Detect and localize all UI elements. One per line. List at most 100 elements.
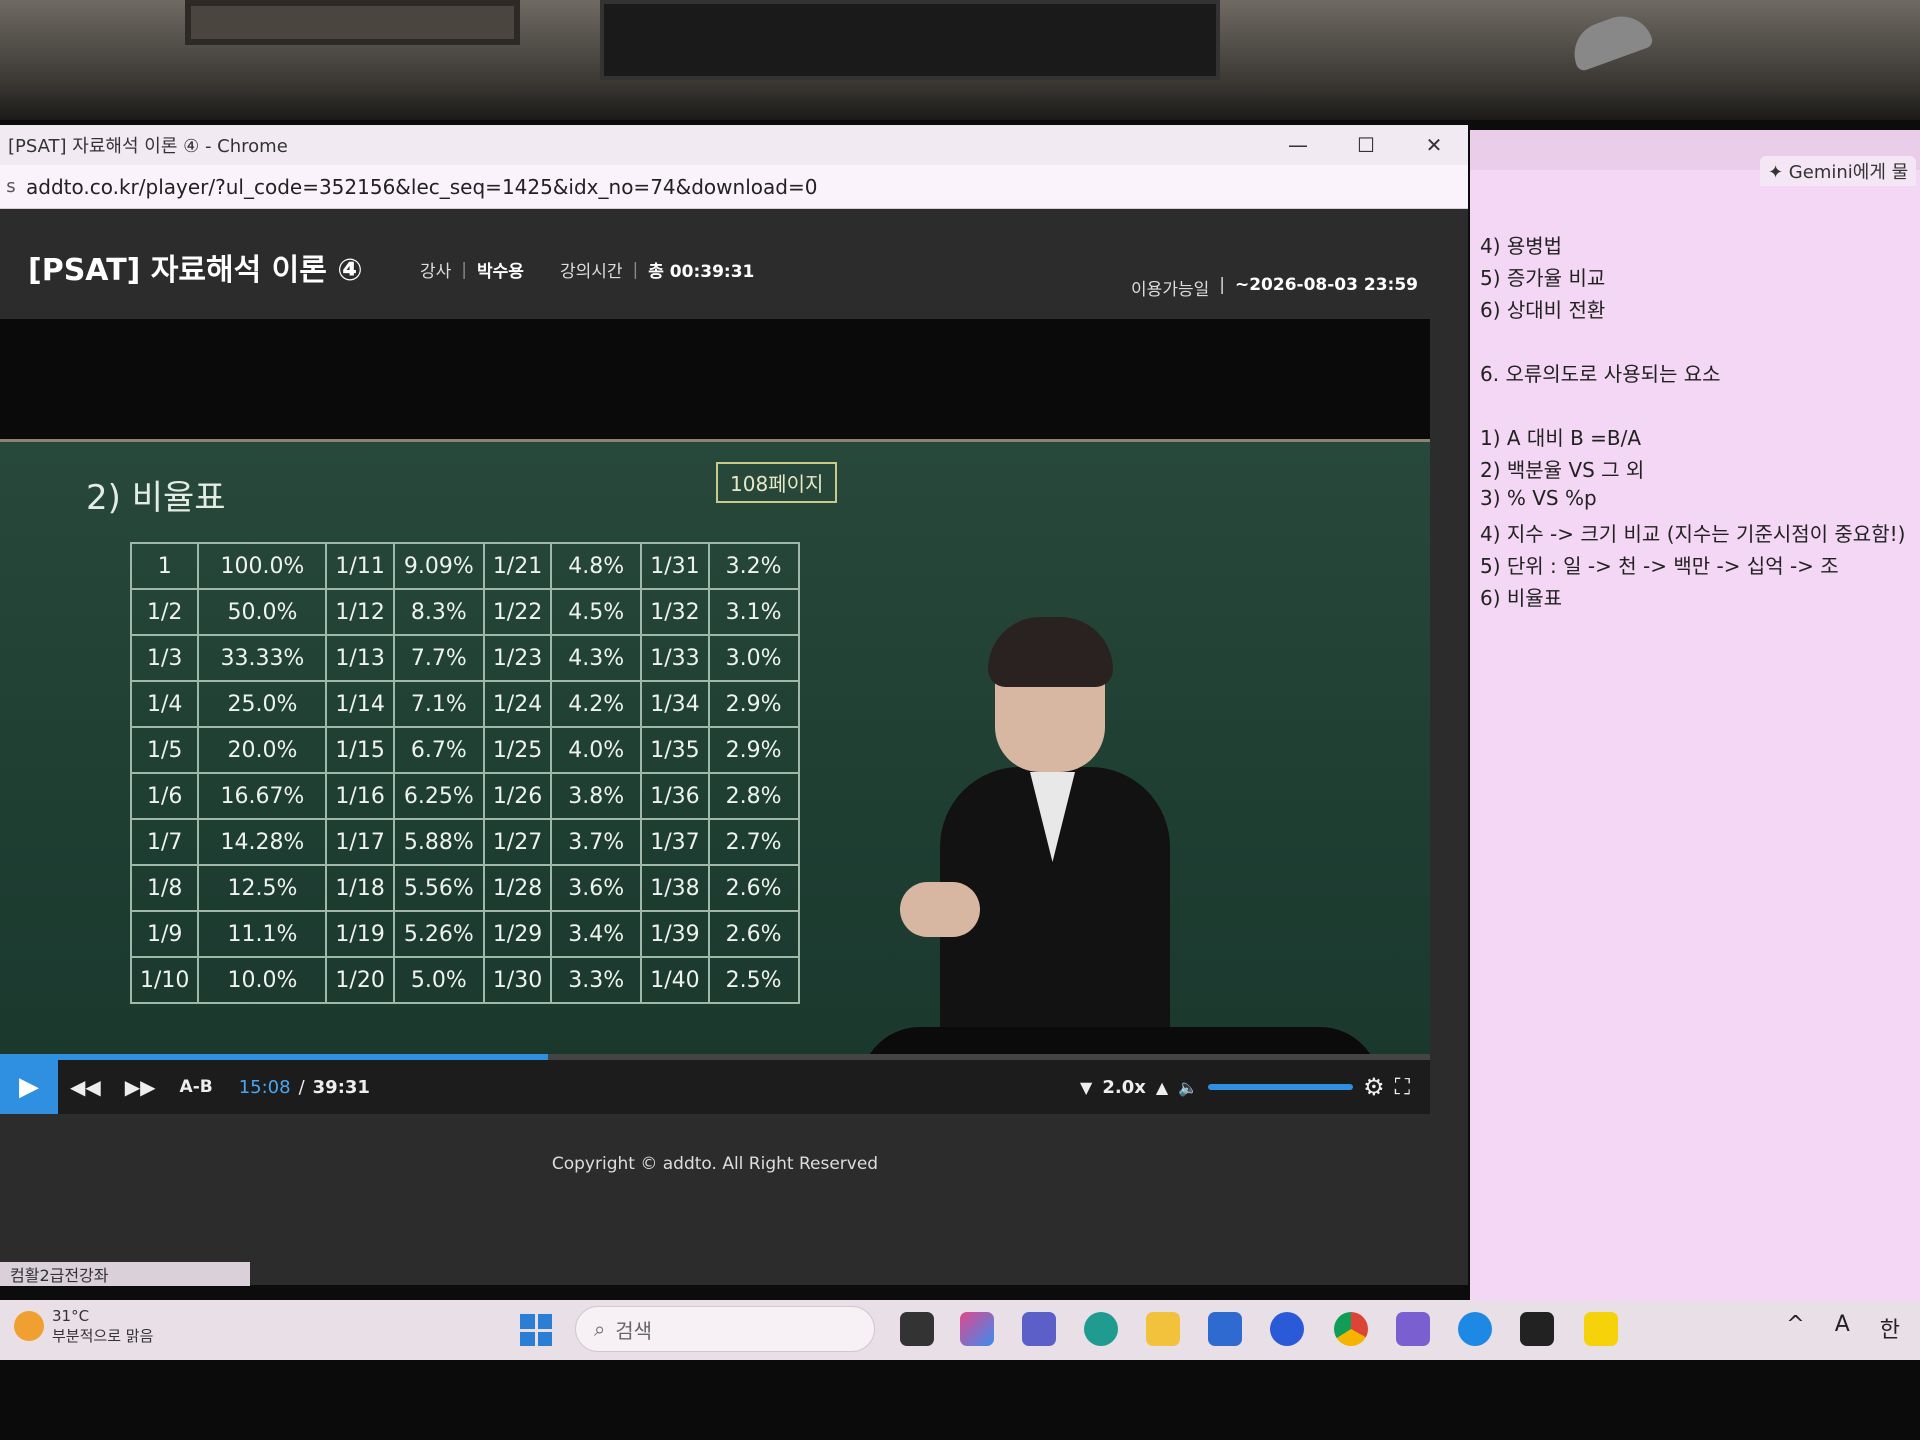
percent-cell: 3.3%	[550, 956, 643, 1004]
note-line: 5) 단위 : 일 -> 천 -> 백만 -> 십억 -> 조	[1480, 554, 1839, 578]
fraction-cell: 1/26	[482, 772, 553, 820]
video-frame[interactable]: 2) 비율표 108페이지 1 100.0% 1/11 9.09% 1/21 4.8% 1/…	[0, 319, 1430, 1054]
player-page: [PSAT] 자료해석 이론 ④ 강사 | 박수용 강의시간 | 총 00:39…	[0, 209, 1468, 1285]
fraction-cell: 1/10	[129, 956, 200, 1004]
minimize-button[interactable]: —	[1264, 125, 1332, 165]
percent-cell: 3.0%	[707, 634, 800, 682]
percent-cell: 2.8%	[707, 772, 800, 820]
note-line: 6) 상대비 전환	[1480, 298, 1606, 322]
note-line	[1480, 390, 1920, 422]
percent-cell: 5.0%	[392, 956, 485, 1004]
volume-icon[interactable]: 🔈	[1178, 1078, 1198, 1097]
table-row: 1/10 10.0% 1/20 5.0% 1/30 3.3% 1/40 2.5%	[129, 956, 800, 1004]
fraction-cell: 1/25	[482, 726, 553, 774]
board-heading: 2) 비율표	[86, 478, 226, 518]
table-row: 1/3 33.33% 1/13 7.7% 1/23 4.3% 1/33 3.0%	[129, 634, 800, 682]
table-row: 1/9 11.1% 1/19 5.26% 1/29 3.4% 1/39 2.6%	[129, 910, 800, 958]
avail-label: 이용가능일	[1131, 280, 1210, 300]
lecture-title: [PSAT] 자료해석 이론 ④	[28, 253, 363, 288]
fraction-cell: 1/23	[482, 634, 553, 682]
address-bar[interactable]: s addto.co.kr/player/?ul_code=352156&lec…	[0, 165, 1468, 209]
fraction-cell: 1/40	[640, 956, 710, 1004]
lecturer	[900, 612, 1200, 1054]
sticky-notes-icon[interactable]	[1520, 1312, 1554, 1346]
table-row: 1/4 25.0% 1/14 7.1% 1/24 4.2% 1/34 2.9%	[129, 680, 800, 728]
fraction-cell: 1/36	[640, 772, 710, 820]
temperature: 31°C	[52, 1307, 90, 1325]
rewind-icon[interactable]: ◀◀	[58, 1075, 113, 1099]
percent-cell: 5.56%	[392, 864, 485, 912]
percent-cell: 25.0%	[197, 680, 328, 728]
table-row: 1/6 16.67% 1/16 6.25% 1/26 3.8% 1/36 2.8%	[129, 772, 800, 820]
percent-cell: 3.7%	[550, 818, 643, 866]
copilot-icon[interactable]	[960, 1312, 994, 1346]
tab-label[interactable]: 컴활2급전강좌	[0, 1262, 250, 1286]
percent-cell: 16.67%	[197, 772, 328, 820]
lecturer-hand	[900, 882, 980, 937]
close-button[interactable]: ✕	[1400, 125, 1468, 165]
forward-icon[interactable]: ▶▶	[113, 1075, 168, 1099]
page-tag: 108페이지	[716, 462, 838, 503]
speed-down-icon[interactable]: ▼	[1080, 1078, 1092, 1097]
play-button[interactable]: ▶	[0, 1060, 58, 1114]
side-window: ✦ Gemini에게 물 4) 용병법 5) 증가율 비교 6) 상대비 전환 6. …	[1470, 130, 1920, 1325]
ab-repeat-button[interactable]: A-B	[168, 1077, 225, 1097]
speed-up-icon[interactable]: ▲	[1156, 1078, 1168, 1097]
avail-value: ~2026-08-03 23:59	[1234, 275, 1418, 295]
file-explorer-icon[interactable]	[1146, 1312, 1180, 1346]
fraction-cell: 1/5	[129, 726, 200, 774]
lecture-meta: 강사 | 박수용 강의시간 | 총 00:39:31	[420, 257, 754, 283]
current-time: 15:08	[238, 1076, 291, 1098]
taskbar-search[interactable]: ⌕ 검색	[575, 1306, 875, 1352]
table-row: 1/8 12.5% 1/18 5.56% 1/28 3.6% 1/38 2.6%	[129, 864, 800, 912]
site-info-icon[interactable]: s	[0, 176, 22, 197]
url-text[interactable]: addto.co.kr/player/?ul_code=352156&lec_s…	[22, 175, 817, 199]
percent-cell: 2.6%	[707, 864, 800, 912]
fraction-cell: 1/11	[325, 542, 395, 590]
fraction-cell: 1/28	[482, 864, 553, 912]
percent-cell: 33.33%	[197, 634, 328, 682]
fraction-cell: 1/3	[129, 634, 200, 682]
wall-frame	[600, 0, 1220, 80]
notes-panel: 4) 용병법 5) 증가율 비교 6) 상대비 전환 6. 오류의도로 사용되는 요소…	[1470, 170, 1920, 614]
player-controls: ▶ ◀◀ ▶▶ A-B 15:08 / 39:31 ▼ 2.0x ▲ 🔈 ⚙ ⛶	[0, 1054, 1430, 1114]
fraction-cell: 1/21	[482, 542, 553, 590]
table-row: 1/7 14.28% 1/17 5.88% 1/27 3.7% 1/37 2.7%	[129, 818, 800, 866]
bing-icon[interactable]	[1270, 1312, 1304, 1346]
chrome-icon[interactable]	[1334, 1312, 1368, 1346]
windows-start-icon[interactable]	[520, 1314, 552, 1346]
percent-cell: 20.0%	[197, 726, 328, 774]
percent-cell: 3.1%	[707, 588, 800, 636]
separator: |	[1219, 275, 1225, 295]
weather-widget[interactable]: 31°C 부분적으로 맑음	[14, 1306, 153, 1346]
maximize-button[interactable]: ☐	[1332, 125, 1400, 165]
fraction-cell: 1/16	[325, 772, 395, 820]
fraction-cell: 1/30	[482, 956, 553, 1004]
kakaotalk-icon[interactable]	[1584, 1312, 1618, 1346]
background-wall	[0, 0, 1920, 120]
tray-chevron-icon[interactable]: ^	[1786, 1312, 1804, 1344]
right-controls: ▼ 2.0x ▲ 🔈 ⚙ ⛶	[1080, 1073, 1430, 1101]
note-line: 1) A 대비 B =B/A	[1480, 426, 1642, 450]
snipping-tool-icon[interactable]	[1396, 1312, 1430, 1346]
note-line: 4) 용병법	[1480, 234, 1563, 258]
ime-indicator[interactable]: 한	[1880, 1312, 1900, 1344]
separator: |	[632, 259, 639, 280]
store-icon[interactable]	[1208, 1312, 1242, 1346]
settings-icon[interactable]: ⚙	[1363, 1073, 1385, 1101]
edge-icon[interactable]	[1084, 1312, 1118, 1346]
monitor-bezel	[0, 1360, 1920, 1440]
system-tray: ^ A 한	[1786, 1312, 1900, 1344]
tray-font-icon[interactable]: A	[1835, 1312, 1850, 1344]
fraction-cell: 1/38	[640, 864, 710, 912]
volume-slider[interactable]	[1208, 1084, 1354, 1090]
fraction-cell: 1/37	[640, 818, 710, 866]
fraction-cell: 1	[129, 542, 200, 590]
teams-icon[interactable]	[1022, 1312, 1056, 1346]
weather-text: 31°C 부분적으로 맑음	[52, 1306, 153, 1346]
fraction-cell: 1/35	[640, 726, 710, 774]
app-icon[interactable]	[1458, 1312, 1492, 1346]
note-line: 6) 비율표	[1480, 586, 1563, 610]
fullscreen-icon[interactable]: ⛶	[1395, 1075, 1410, 1100]
task-view-icon[interactable]	[900, 1312, 934, 1346]
